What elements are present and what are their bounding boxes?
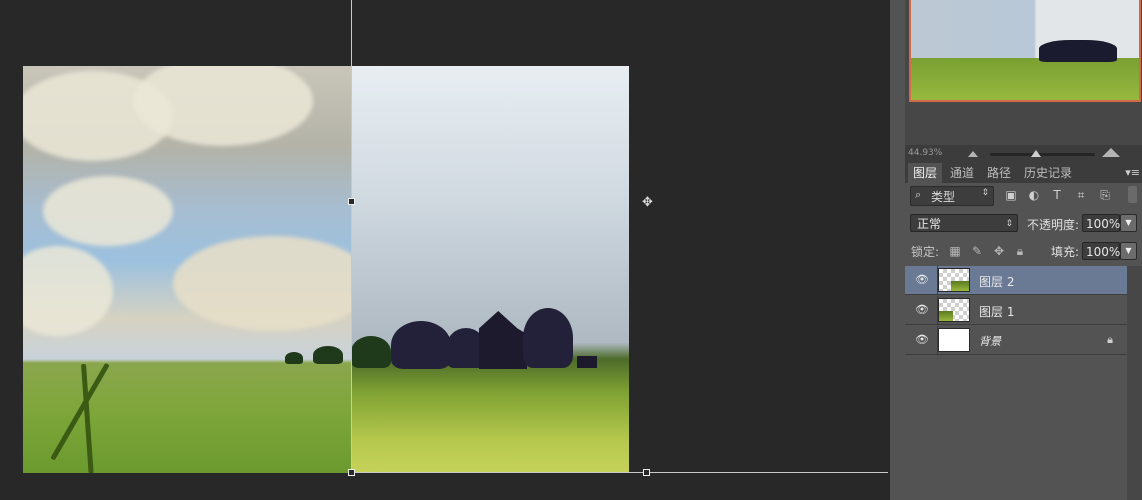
eye-icon[interactable]: 👁︎ [915, 273, 929, 287]
fill-label: 填充: [1051, 245, 1080, 259]
chevron-updown-icon: ⇕ [981, 188, 989, 198]
opacity-dropdown-button[interactable]: ▼ [1120, 214, 1137, 232]
lock-transparent-pixels-icon[interactable]: ▦ [948, 244, 962, 258]
layer-thumbnail [938, 328, 970, 352]
transform-handle-bottom-left[interactable] [348, 469, 355, 476]
document-canvas[interactable]: ✥ [0, 0, 890, 500]
type-filter-icon[interactable]: T [1050, 188, 1064, 202]
transform-handle-middle[interactable] [348, 198, 355, 205]
chevron-updown-icon: ⇕ [1005, 219, 1013, 229]
tab-channels[interactable]: 通道 [945, 163, 979, 183]
lock-label: 锁定: [911, 245, 940, 259]
layer-filter-select[interactable]: ⌕ 类型 ⇕ [910, 186, 994, 206]
tab-paths[interactable]: 路径 [982, 163, 1016, 183]
lock-all-icon[interactable]: 🔒︎ [1013, 244, 1027, 258]
zoom-slider-knob[interactable] [1031, 150, 1041, 157]
smart-object-filter-icon[interactable]: ⎘ [1098, 188, 1112, 202]
reference-point-icon[interactable]: ✥ [640, 195, 655, 210]
tab-layers[interactable]: 图层 [908, 163, 943, 183]
lock-image-pixels-icon[interactable]: ✎ [970, 244, 984, 258]
vertical-guide[interactable] [351, 0, 352, 474]
transform-handle-bottom-right[interactable] [643, 469, 650, 476]
fill-input[interactable]: 100% [1082, 242, 1120, 260]
opacity-input[interactable]: 100% [1082, 214, 1120, 232]
shape-filter-icon[interactable]: ⌗ [1074, 188, 1088, 202]
eye-icon[interactable]: 👁︎ [915, 303, 929, 317]
layer-thumbnail [938, 268, 970, 292]
panel-tabs: 图层 通道 路径 历史记录 ▾≡ [905, 163, 1142, 183]
tab-history[interactable]: 历史记录 [1019, 163, 1077, 183]
lock-icon: 🔒︎ [1107, 333, 1113, 346]
layer-name[interactable]: 图层 1 [979, 303, 1014, 320]
layer-row[interactable]: 👁︎ 图层 1 [905, 296, 1127, 325]
layers-scrollbar[interactable] [1127, 266, 1142, 500]
right-layer-image [351, 66, 629, 473]
zoom-level[interactable]: 44.93% [908, 148, 942, 158]
panel-menu-icon[interactable]: ▾≡ [1125, 166, 1140, 179]
fill-dropdown-button[interactable]: ▼ [1120, 242, 1137, 260]
fill-value: 100% [1086, 245, 1121, 259]
blend-mode-select[interactable]: 正常 ⇕ [910, 214, 1018, 232]
horizontal-guide[interactable] [351, 472, 888, 473]
layer-name[interactable]: 图层 2 [979, 273, 1014, 290]
layer-name[interactable]: 背景 [979, 333, 1001, 349]
small-mountain-icon[interactable] [968, 151, 978, 157]
navigator-preview[interactable] [909, 0, 1141, 102]
adjustment-filter-icon[interactable]: ◐ [1027, 188, 1041, 202]
blend-mode-value: 正常 [917, 217, 942, 231]
filter-toggle-switch[interactable] [1128, 186, 1137, 203]
layer-row[interactable]: 👁︎ 背景 🔒︎ [905, 326, 1127, 355]
large-mountain-icon[interactable] [1102, 148, 1120, 157]
opacity-label: 不透明度: [1027, 218, 1080, 232]
layer-row[interactable]: 👁︎ 图层 2 [905, 266, 1127, 295]
lock-position-icon[interactable]: ✥ [992, 244, 1006, 258]
left-layer-image [23, 66, 351, 473]
eye-icon[interactable]: 👁︎ [915, 333, 929, 347]
image-filter-icon[interactable]: ▣ [1004, 188, 1018, 202]
zoom-slider[interactable] [990, 153, 1095, 156]
layer-thumbnail [938, 298, 970, 322]
opacity-value: 100% [1086, 217, 1121, 231]
search-icon: ⌕ [915, 188, 922, 201]
filter-kind-label: 类型 [931, 190, 956, 204]
